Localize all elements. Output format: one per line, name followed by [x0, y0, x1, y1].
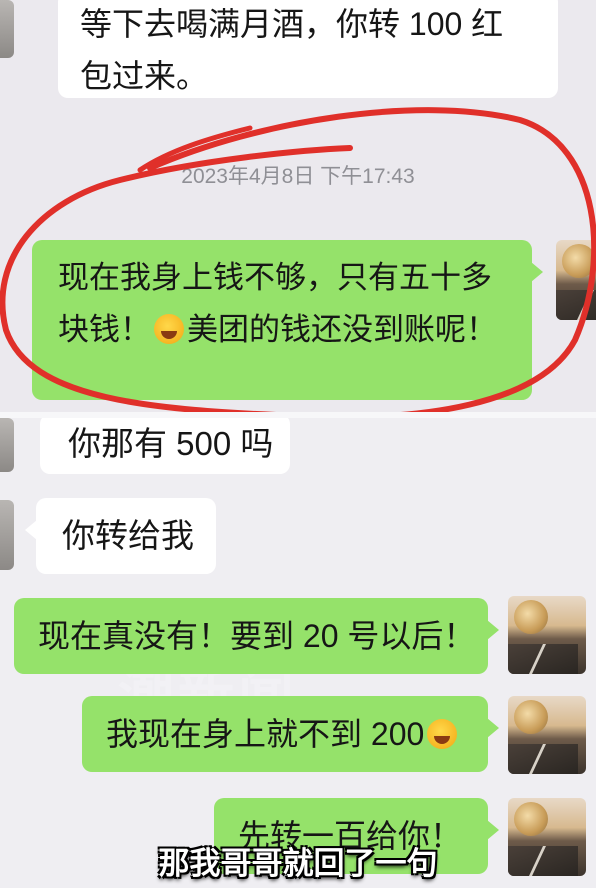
contact-avatar[interactable]	[0, 500, 14, 570]
message-bubble-incoming[interactable]: 你转给我	[25, 498, 216, 574]
message-text: 我现在身上就不到 200	[106, 716, 425, 752]
message-text: 你那有 500 吗	[68, 425, 274, 462]
message-bubble-outgoing[interactable]: 我现在身上就不到 200	[82, 696, 499, 772]
message-bubble-outgoing[interactable]: 现在真没有！要到 20 号以后！	[14, 598, 499, 674]
user-avatar[interactable]	[508, 596, 586, 674]
message-text: 你转给我	[62, 517, 194, 554]
laughing-crying-emoji-icon	[427, 719, 458, 749]
bottom-chat-screenshot: 你那有 500 吗 你转给我 潮新闻 现在真没有！要到 20 号以后！ 我现在身…	[0, 418, 596, 888]
user-avatar[interactable]	[508, 696, 586, 774]
top-chat-screenshot: 等下去喝满月酒，你转 100 红包过来。 2023年4月8日 下午17:43 潮…	[0, 0, 596, 414]
contact-avatar[interactable]	[0, 418, 14, 472]
video-subtitle: 那我哥哥就回了一句	[158, 846, 438, 882]
message-text: 现在真没有！要到 20 号以后！	[38, 618, 476, 654]
red-circle-annotation	[0, 107, 596, 414]
message-bubble-incoming[interactable]: 你那有 500 吗	[40, 418, 290, 474]
